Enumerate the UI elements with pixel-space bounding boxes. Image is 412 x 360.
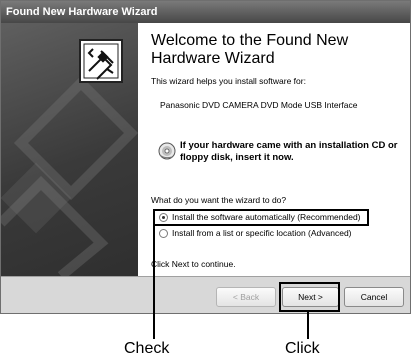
check-callout: Check [124, 340, 170, 357]
title-bar: Found New Hardware Wizard [1, 1, 410, 23]
window-title: Found New Hardware Wizard [6, 6, 158, 18]
wizard-side-panel [1, 23, 138, 276]
page-title: Welcome to the Found New Hardware Wizard [151, 32, 349, 67]
click-leader-line [307, 312, 309, 339]
hardware-wizard-icon [79, 39, 123, 83]
device-name: Panasonic DVD CAMERA DVD Mode USB Interf… [160, 100, 358, 110]
check-highlight-box [153, 209, 369, 226]
cancel-button[interactable]: Cancel [344, 287, 404, 307]
check-leader-line [153, 224, 155, 339]
intro-text: This wizard helps you install software f… [151, 76, 306, 86]
click-highlight-box [279, 282, 340, 312]
option-label[interactable]: Install from a list or specific location… [172, 228, 352, 238]
back-button[interactable]: < Back [216, 287, 276, 307]
radio-button[interactable] [159, 229, 168, 238]
button-bar: < Back Next > Cancel [1, 276, 410, 313]
option-install-from-list[interactable]: Install from a list or specific location… [159, 228, 364, 240]
wizard-window: Found New Hardware Wizard Welcome to the [0, 0, 411, 314]
continue-text: Click Next to continue. [151, 259, 236, 269]
click-callout: Click [285, 340, 320, 357]
cd-icon [158, 142, 176, 160]
question-text: What do you want the wizard to do? [151, 195, 287, 205]
cd-prompt-text: If your hardware came with an installati… [180, 140, 398, 163]
